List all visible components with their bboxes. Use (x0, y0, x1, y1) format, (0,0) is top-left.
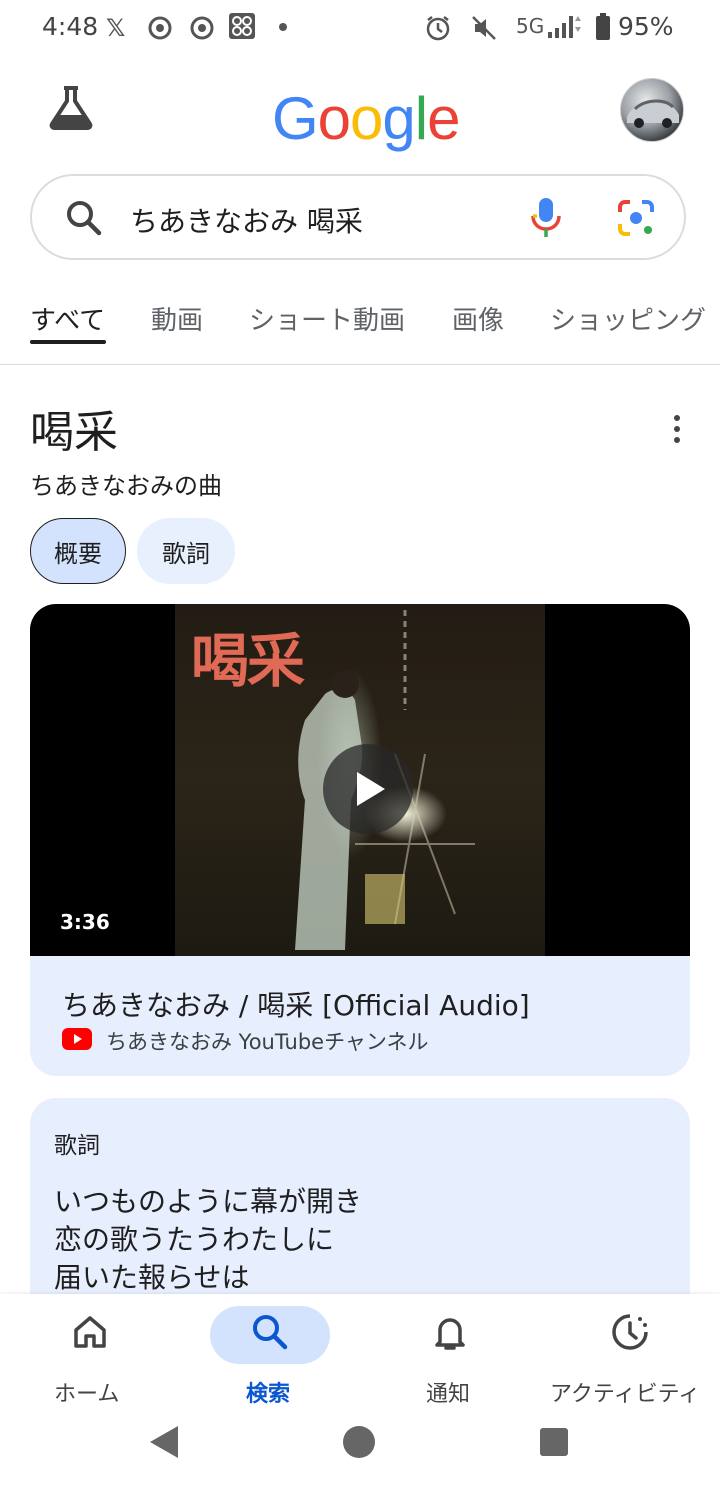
bell-icon[interactable] (430, 1312, 470, 1352)
status-bar: 4:48 𝕏 5G 95% (0, 0, 720, 56)
chrome-icon-2 (190, 16, 214, 40)
logo-letter: G (272, 85, 319, 152)
video-duration: 3:36 (60, 910, 110, 934)
video-card[interactable]: 喝采 3:36 ちあきなおみ / 喝采 [Official Audio] ちあき… (30, 604, 690, 1076)
labs-flask-icon[interactable] (46, 82, 96, 132)
logo-letter: o (317, 85, 351, 152)
x-app-icon: 𝕏 (106, 14, 126, 42)
network-type: 5G (516, 14, 545, 38)
system-recents-icon[interactable] (538, 1424, 570, 1460)
activity-icon[interactable] (610, 1312, 650, 1352)
nav-notifications-label[interactable]: 通知 (426, 1376, 470, 1408)
search-input[interactable]: ちあきなおみ 喝采 (130, 200, 363, 240)
youtube-icon (62, 1028, 92, 1050)
search-nav-icon[interactable] (250, 1312, 290, 1352)
chip-lyrics[interactable]: 歌詞 (137, 518, 235, 584)
notification-dot-icon (279, 23, 287, 31)
voice-search-mic-icon[interactable] (528, 196, 564, 240)
signal-icon (548, 16, 581, 38)
logo-letter: g (382, 85, 415, 152)
lyrics-line: 恋の歌うたうわたしに (54, 1223, 335, 1256)
logo-letter: o (350, 85, 383, 152)
bottom-navigation: ホーム 検索 通知 アクティビティ (0, 1294, 720, 1496)
google-lens-icon[interactable] (616, 198, 656, 238)
tab-all[interactable]: すべて (30, 300, 105, 337)
chip-overview[interactable]: 概要 (30, 518, 126, 584)
google-logo[interactable]: Google (272, 84, 461, 154)
system-home-icon[interactable] (342, 1424, 376, 1460)
avatar-car-image (627, 99, 679, 128)
play-icon (357, 772, 385, 806)
mute-icon (472, 16, 496, 40)
tab-shopping[interactable]: ショッピング (550, 300, 706, 337)
tab-short-videos[interactable]: ショート動画 (249, 300, 405, 337)
video-title[interactable]: ちあきなおみ / 喝采 [Official Audio] (62, 984, 530, 1024)
play-button[interactable] (323, 744, 413, 834)
search-icon[interactable] (64, 198, 104, 238)
search-tabs: すべて 動画 ショート動画 画像 ショッピング (0, 292, 720, 365)
alarm-icon (426, 16, 450, 41)
account-avatar[interactable] (620, 78, 684, 142)
chrome-icon (148, 16, 172, 40)
battery-icon (596, 13, 610, 40)
tab-images[interactable]: 画像 (452, 300, 504, 337)
status-time: 4:48 (42, 12, 99, 41)
nav-search-label[interactable]: 検索 (246, 1376, 290, 1408)
result-title: 喝采 (30, 407, 118, 458)
battery-percent: 95% (618, 12, 674, 41)
logo-letter: e (427, 85, 460, 152)
result-subtitle: ちあきなおみの曲 (30, 472, 222, 500)
active-tab-indicator (30, 340, 106, 344)
lyrics-heading: 歌詞 (54, 1133, 100, 1159)
lyrics-line: いつものように幕が開き (54, 1185, 363, 1218)
app-grid-icon (229, 13, 255, 39)
lyrics-line: 届いた報らせは (54, 1261, 250, 1294)
nav-activity-label[interactable]: アクティビティ (550, 1376, 700, 1408)
logo-letter: l (414, 85, 428, 152)
video-thumbnail[interactable]: 喝采 3:36 (30, 604, 690, 956)
system-back-icon[interactable] (148, 1424, 180, 1460)
nav-home-label[interactable]: ホーム (54, 1376, 119, 1408)
tab-videos[interactable]: 動画 (151, 300, 203, 337)
video-channel: ちあきなおみ YouTubeチャンネル (106, 1030, 429, 1054)
more-options-icon[interactable] (662, 412, 692, 446)
home-icon[interactable] (70, 1312, 110, 1352)
